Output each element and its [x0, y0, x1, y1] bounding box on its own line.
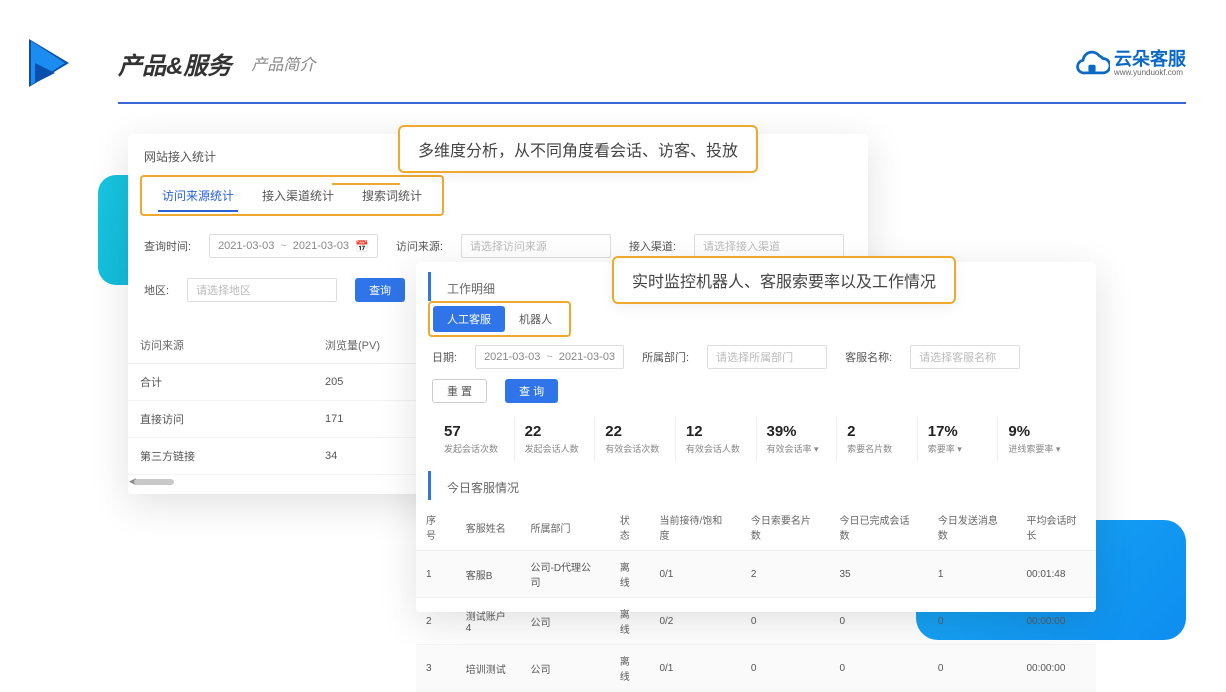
panel2-tabs: 人工客服 机器人 — [428, 301, 571, 337]
table-row: 1客服B公司-D代理公司离线0/1235100:01:48 — [416, 551, 1096, 598]
col-source: 访问来源 — [128, 327, 313, 364]
tab-channel[interactable]: 接入渠道统计 — [248, 181, 348, 210]
query-button-2[interactable]: 查 询 — [505, 379, 558, 403]
col-header: 状态 — [610, 504, 650, 551]
panel2-filters: 日期: 2021-03-03~2021-03-03 所属部门: 请选择所属部门 … — [416, 345, 1096, 411]
label-source: 访问来源: — [396, 238, 443, 254]
metric-card: 2索要名片数 — [837, 417, 918, 461]
connector-line — [332, 183, 400, 185]
metric-card: 9%进线索要率 ▾ — [998, 417, 1078, 461]
channel-input[interactable]: 请选择接入渠道 — [694, 234, 844, 258]
header-divider — [118, 102, 1186, 104]
col-header: 所属部门 — [520, 504, 609, 551]
section-today-agents: 今日客服情况 — [428, 471, 1096, 500]
label-date: 日期: — [432, 349, 457, 365]
callout-analysis: 多维度分析，从不同角度看会话、访客、投放 — [398, 125, 758, 173]
tab-human-agent[interactable]: 人工客服 — [433, 306, 505, 332]
connector-line — [573, 276, 613, 330]
metric-card: 12有效会话人数 — [676, 417, 757, 461]
brand-name: 云朵客服 — [1114, 50, 1186, 68]
col-header: 平均会话时长 — [1016, 504, 1096, 551]
panel1-tabs: 访问来源统计 接入渠道统计 搜索词统计 — [140, 175, 444, 216]
label-region: 地区: — [144, 282, 169, 298]
query-button[interactable]: 查询 — [355, 278, 405, 302]
col-header: 今日已完成会话数 — [829, 504, 927, 551]
tab-visit-source[interactable]: 访问来源统计 — [148, 181, 248, 210]
tab-robot[interactable]: 机器人 — [505, 306, 566, 332]
table-row: 2测试账户4公司离线0/200000:00:00 — [416, 598, 1096, 645]
agent-table: 序号客服姓名所属部门状态当前接待/饱和度今日索要名片数今日已完成会话数今日发送消… — [416, 504, 1096, 692]
source-input[interactable]: 请选择访问来源 — [461, 234, 611, 258]
label-channel: 接入渠道: — [629, 238, 676, 254]
metric-card: 22发起会话人数 — [515, 417, 596, 461]
brand-url: www.yunduokf.com — [1114, 68, 1186, 77]
brand-logo: 云朵客服 www.yunduokf.com — [1074, 45, 1186, 81]
table-row: 3培训测试公司离线0/100000:00:00 — [416, 645, 1096, 692]
metric-card: 39%有效会话率 ▾ — [757, 417, 838, 461]
reset-button[interactable]: 重 置 — [432, 379, 487, 403]
col-header: 今日发送消息数 — [928, 504, 1017, 551]
metric-card: 22有效会话次数 — [595, 417, 676, 461]
triangle-logo-icon — [20, 28, 80, 98]
metric-card: 57发起会话次数 — [434, 417, 515, 461]
dept-input[interactable]: 请选择所属部门 — [707, 345, 827, 369]
metrics-row: 57发起会话次数22发起会话人数22有效会话次数12有效会话人数39%有效会话率… — [416, 411, 1096, 471]
panel-work-detail: 工作明细 人工客服 机器人 日期: 2021-03-03~2021-03-03 … — [416, 262, 1096, 612]
page-subtitle: 产品简介 — [251, 51, 315, 75]
tab-search-term[interactable]: 搜索词统计 — [348, 181, 436, 210]
callout-monitor: 实时监控机器人、客服索要率以及工作情况 — [612, 256, 956, 304]
col-header: 今日索要名片数 — [741, 504, 830, 551]
label-dept: 所属部门: — [642, 349, 689, 365]
date-range-input-2[interactable]: 2021-03-03~2021-03-03 — [475, 345, 624, 369]
agent-name-input[interactable]: 请选择客服名称 — [910, 345, 1020, 369]
metric-card: 17%索要率 ▾ — [918, 417, 999, 461]
page-header: 产品&服务 产品简介 云朵客服 www.yunduokf.com — [0, 0, 1226, 98]
page-title: 产品&服务 — [118, 46, 231, 81]
date-range-input[interactable]: 2021-03-03~2021-03-03 📅 — [209, 234, 378, 258]
col-header: 当前接待/饱和度 — [649, 504, 740, 551]
region-input[interactable]: 请选择地区 — [187, 278, 337, 302]
label-time: 查询时间: — [144, 238, 191, 254]
col-header: 客服姓名 — [456, 504, 521, 551]
label-agent-name: 客服名称: — [845, 349, 892, 365]
col-header: 序号 — [416, 504, 456, 551]
